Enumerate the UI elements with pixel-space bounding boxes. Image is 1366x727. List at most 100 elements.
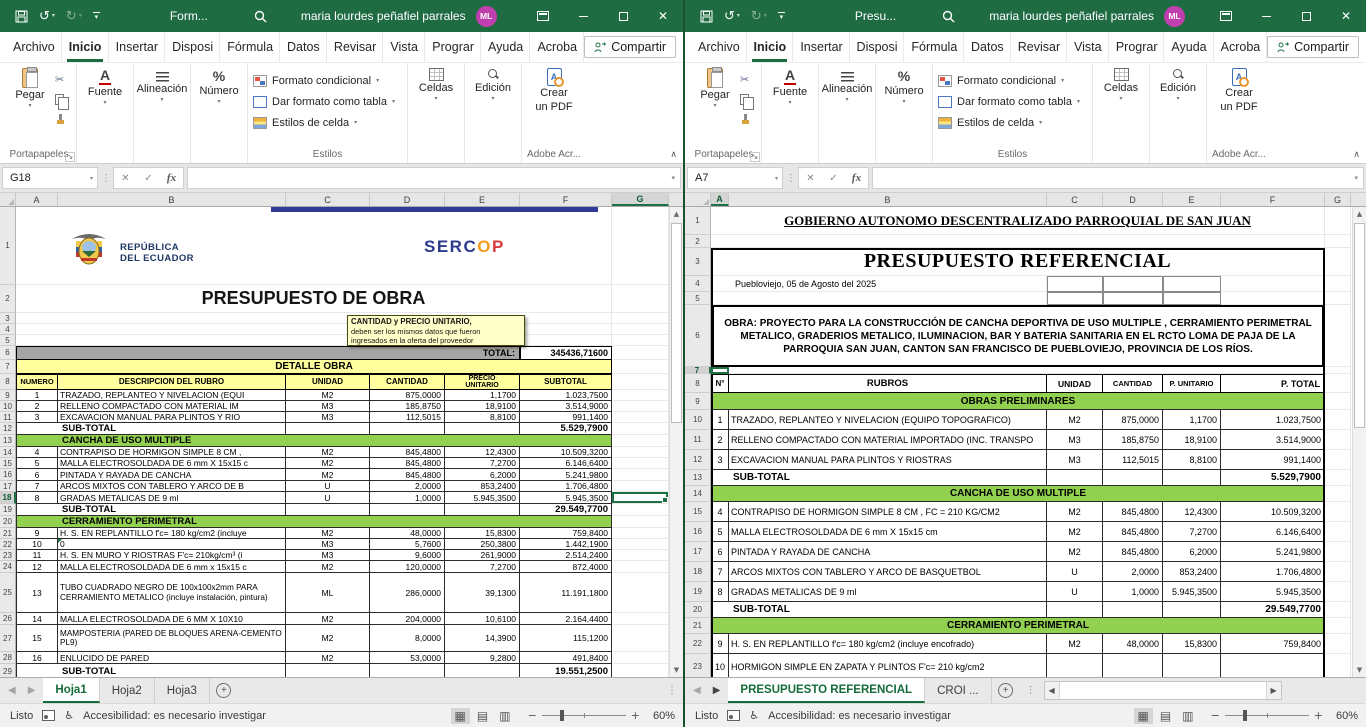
empty-cell[interactable] — [1221, 276, 1325, 292]
cell-D25[interactable]: 286,0000 — [370, 573, 445, 613]
cell-A15[interactable]: 4 — [711, 502, 729, 522]
cell-D28[interactable]: 53,0000 — [370, 652, 445, 664]
scrollbar-thumb[interactable] — [671, 223, 682, 423]
doc-title[interactable]: PRESUPUESTO REFERENCIAL — [711, 248, 1325, 276]
cell-F15[interactable]: 10.509,3200 — [1221, 502, 1325, 522]
format-painter-icon[interactable] — [55, 113, 66, 126]
column-header-B[interactable]: B — [729, 193, 1047, 206]
empty-cell[interactable] — [711, 235, 1325, 248]
tab-nav-right-icon[interactable]: ▶ — [28, 685, 36, 696]
zoom-slider[interactable] — [1225, 715, 1309, 716]
column-header-B[interactable]: B — [58, 193, 286, 206]
add-sheet-button[interactable]: + — [992, 678, 1020, 703]
cell-A16[interactable]: 6 — [16, 469, 58, 481]
hscroll-left-icon[interactable]: ◀ — [1045, 682, 1060, 699]
cell-B18[interactable]: GRADAS METALICAS DE 9 ml — [58, 492, 286, 504]
formula-bar-expand-icon[interactable]: ▾ — [671, 174, 675, 182]
cell-B18[interactable]: ARCOS MIXTOS CON TABLERO Y ARCO DE BASQU… — [729, 562, 1047, 582]
row-header[interactable]: 3 — [685, 248, 711, 276]
cell-E13[interactable] — [1163, 470, 1221, 486]
formula-input[interactable]: ▾ — [187, 167, 681, 189]
scroll-up-icon[interactable]: ▲ — [1353, 207, 1366, 221]
column-header-F[interactable]: F — [520, 193, 612, 206]
cell-F27[interactable]: 115,1200 — [520, 625, 612, 652]
cell-G17[interactable] — [612, 481, 669, 492]
cell-D15[interactable]: 845,4800 — [370, 458, 445, 469]
cell-C13[interactable] — [1047, 470, 1103, 486]
cell-D9[interactable]: 875,0000 — [370, 390, 445, 401]
cell-E26[interactable]: 10,6100 — [445, 613, 520, 625]
cell-G14[interactable] — [612, 447, 669, 458]
cell-C21[interactable]: M2 — [286, 528, 370, 539]
cell-C14[interactable]: M2 — [286, 447, 370, 458]
view-normal-icon[interactable]: ▦ — [1134, 708, 1153, 724]
cell-G19[interactable] — [1325, 582, 1351, 602]
row-header-13[interactable]: 13 — [685, 470, 711, 486]
alignment-button[interactable]: Alineación▾ — [139, 66, 185, 104]
cell-G10[interactable] — [612, 401, 669, 412]
cell-C15[interactable]: M2 — [1047, 502, 1103, 522]
cell-E10[interactable]: 18,9100 — [445, 401, 520, 412]
redo-icon[interactable]: ↻▾ — [66, 10, 82, 23]
cell-A21[interactable]: 9 — [16, 528, 58, 539]
tab-ayuda[interactable]: Ayuda — [1164, 32, 1213, 62]
cell-B10[interactable]: RELLENO COMPACTADO CON MATERIAL IM — [58, 401, 286, 412]
subtotal-label-19[interactable]: SUB-TOTAL — [16, 504, 286, 516]
cell-G15[interactable] — [612, 458, 669, 469]
cell-G21[interactable] — [1325, 618, 1351, 634]
cell-B27[interactable]: MAMPOSTERIA (PARED DE BLOQUES ARENA-CEME… — [58, 625, 286, 652]
subtotal-value-20[interactable]: 29.549,7700 — [1221, 602, 1325, 618]
row-header[interactable]: 6 — [0, 346, 16, 360]
cell-F22[interactable]: 759,8400 — [1221, 634, 1325, 654]
row-header-22[interactable]: 22 — [685, 634, 711, 654]
cell-D23[interactable] — [1103, 654, 1163, 677]
zoom-out-icon[interactable]: − — [1211, 709, 1220, 722]
number-button[interactable]: %Número▾ — [881, 66, 927, 106]
column-header-C[interactable]: C — [1047, 193, 1103, 206]
cell-C15[interactable]: M2 — [286, 458, 370, 469]
row-header[interactable]: 2 — [685, 235, 711, 248]
cell-B22[interactable]: H. S. EN REPLANTILLO f'c= 180 kg/cm2 (in… — [729, 634, 1047, 654]
cell-styles-button[interactable]: Estilos de celda▾ — [938, 112, 1042, 133]
zoom-in-icon[interactable]: + — [1314, 709, 1323, 722]
col-subtotal[interactable]: SUBTOTAL — [520, 374, 612, 390]
col-unidad[interactable]: UNIDAD — [286, 374, 370, 390]
alignment-button[interactable]: Alineación▾ — [824, 66, 870, 104]
cell-B25[interactable]: TUBO CUADRADO NEGRO DE 100x100x2mm PARA … — [58, 573, 286, 613]
row-header-14[interactable]: 14 — [0, 447, 16, 458]
cell-B23[interactable]: H. S. EN MURO Y RIOSTRAS F'c= 210kg/cm³ … — [58, 550, 286, 561]
close-button[interactable]: ✕ — [643, 0, 683, 32]
column-header-G[interactable]: G — [1325, 193, 1351, 206]
subtotal-label-13[interactable]: SUB-TOTAL — [711, 470, 1047, 486]
accessibility-status[interactable]: Accesibilidad: es necesario investigar — [83, 710, 266, 722]
cell-C17[interactable]: U — [286, 481, 370, 492]
search-icon[interactable] — [942, 10, 955, 23]
cell-F25[interactable]: 11.191,1800 — [520, 573, 612, 613]
cell-B10[interactable]: TRAZADO, REPLANTEO Y NIVELACION (EQUIPO … — [729, 410, 1047, 430]
tab-nav-left-icon[interactable]: ◀ — [693, 685, 701, 696]
copy-icon[interactable]: ▾ — [55, 93, 69, 106]
customize-qat-icon[interactable]: ▾ — [93, 12, 100, 21]
cell-E22[interactable]: 250,3800 — [445, 539, 520, 550]
cell-D26[interactable]: 204,0000 — [370, 613, 445, 625]
subtotal-label-20[interactable]: SUB-TOTAL — [711, 602, 1047, 618]
cell-C22[interactable]: M3 — [286, 539, 370, 550]
cell-G23[interactable] — [1325, 654, 1351, 677]
add-sheet-button[interactable]: + — [210, 678, 238, 703]
cell-E18[interactable]: 853,2400 — [1163, 562, 1221, 582]
subtotal-value-13[interactable]: 5.529,7900 — [1221, 470, 1325, 486]
tab-datos[interactable]: Datos — [280, 32, 327, 62]
cell-B19[interactable]: GRADAS METALICAS DE 9 ml — [729, 582, 1047, 602]
cell-E27[interactable]: 14,3900 — [445, 625, 520, 652]
collapse-ribbon-icon[interactable]: ∧ — [670, 150, 677, 160]
avatar[interactable]: ML — [476, 6, 497, 27]
cell-F23[interactable] — [1221, 654, 1325, 677]
row-header-10[interactable]: 10 — [685, 410, 711, 430]
share-button[interactable]: Compartir — [584, 36, 676, 58]
editing-button[interactable]: Edición▾ — [470, 66, 516, 103]
cell-F11[interactable]: 3.514,9000 — [1221, 430, 1325, 450]
row-header-20[interactable]: 20 — [0, 516, 16, 528]
close-button[interactable]: ✕ — [1326, 0, 1366, 32]
row-header[interactable]: 8 — [685, 374, 711, 393]
conditional-formatting-button[interactable]: Formato condicional▾ — [253, 70, 379, 91]
